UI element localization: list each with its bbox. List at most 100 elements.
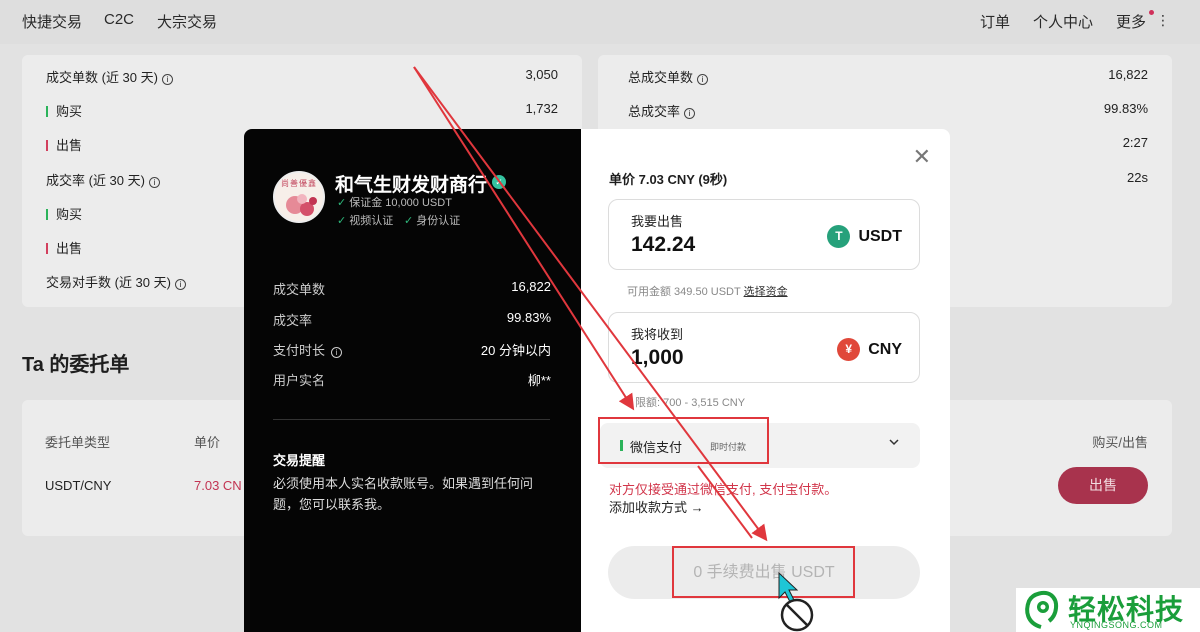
stat-label: 出售 xyxy=(56,241,83,256)
nav-block-trade[interactable]: 大宗交易 xyxy=(157,11,217,32)
merchant-stat-label: 支付时长 i xyxy=(273,340,343,359)
available-balance: 可用金额 349.50 USDT 选择资金 xyxy=(627,283,788,299)
stat-label: 总成交率 xyxy=(628,104,681,119)
top-navigation: 快捷交易 C2C 大宗交易 订单 个人中心 更多 ⋮ xyxy=(0,0,1200,44)
info-icon[interactable]: i xyxy=(148,177,160,188)
more-kebab-icon[interactable]: ⋮ xyxy=(1156,12,1170,29)
receive-label: 我将收到 xyxy=(631,327,684,342)
avatar-text: 尚善優鑫 xyxy=(281,179,317,188)
check-icon: ✓ xyxy=(404,215,414,227)
close-icon[interactable]: ✕ xyxy=(913,146,931,168)
deposit-text: 保证金 10,000 USDT xyxy=(349,197,452,209)
sell-currency: T USDT xyxy=(827,225,902,248)
merchant-stat-value: 20 分钟以内 xyxy=(480,343,551,358)
payment-method-name: 微信支付 xyxy=(630,440,683,455)
sell-marker xyxy=(46,243,48,254)
stat-row: 总成交单数 i 16,822 xyxy=(598,65,1172,85)
stat-label: 出售 xyxy=(56,138,83,153)
stat-row: 购买 1,732 xyxy=(22,99,582,119)
stat-label: 成交率 (近 30 天) xyxy=(46,173,145,188)
chevron-down-icon xyxy=(888,436,900,451)
receive-amount[interactable]: 1,000 xyxy=(631,346,684,370)
nav-orders[interactable]: 订单 xyxy=(980,11,1010,32)
stat-label: 购买 xyxy=(56,104,83,119)
reminder-line: 题，您可以联系我。 xyxy=(273,497,391,512)
video-verify: ✓ 视频认证 xyxy=(337,212,393,228)
id-verify-text: 身份认证 xyxy=(416,215,461,227)
limit-text: 限额: 700 - 3,515 CNY xyxy=(635,397,746,409)
buy-marker xyxy=(46,106,48,117)
check-icon: ✓ xyxy=(337,215,347,227)
add-payment-link[interactable]: 添加收款方式 → xyxy=(609,497,704,516)
payment-warning: 对方仅接受通过微信支付, 支付宝付款。 xyxy=(609,482,838,497)
merchant-stat-value: 99.83% xyxy=(506,310,551,325)
stat-value: 1,732 xyxy=(525,101,558,116)
info-icon[interactable]: i xyxy=(331,347,343,358)
unit-price: 单价 7.03 CNY (9秒) xyxy=(609,172,728,187)
video-verify-text: 视频认证 xyxy=(349,215,394,227)
merchant-avatar: 尚善優鑫 xyxy=(273,171,325,223)
info-icon[interactable]: i xyxy=(161,74,173,85)
check-icon: ✓ xyxy=(337,197,347,209)
verified-badge-icon: ✓ xyxy=(492,175,506,189)
usdt-icon: T xyxy=(827,225,851,248)
merchant-stat-label: 成交率 xyxy=(273,313,313,328)
header-order-type: 委托单类型 xyxy=(45,435,111,450)
nav-c2c[interactable]: C2C xyxy=(104,11,134,28)
watermark-url: YNQINGSONG.COM xyxy=(1070,620,1163,630)
info-icon[interactable]: i xyxy=(684,108,696,119)
info-icon[interactable]: i xyxy=(697,74,709,85)
payment-method-sub: 即时付款 xyxy=(710,442,747,452)
trade-panel: ✕ 单价 7.03 CNY (9秒) 我要出售 142.24 T USDT 可用金… xyxy=(581,129,950,632)
sell-currency-label: USDT xyxy=(858,227,902,245)
pay-time-label: 支付时长 xyxy=(273,343,326,358)
sell-label: 我要出售 xyxy=(631,214,684,229)
stat-value: 3,050 xyxy=(525,67,558,82)
merchant-stat-value: 16,822 xyxy=(511,279,551,294)
payment-method-select[interactable]: 微信支付 即时付款 xyxy=(600,423,920,468)
id-verify: ✓ 身份认证 xyxy=(404,212,460,228)
available-text: 可用金额 349.50 USDT xyxy=(627,286,741,298)
wechat-marker xyxy=(620,440,623,451)
stat-value: 99.83% xyxy=(1103,101,1148,116)
receive-currency: ¥ CNY xyxy=(837,338,902,361)
merchant-panel: 尚善優鑫 和气生财发财商行 ✓ ✓ 保证金 10,000 USDT ✓ 视频认证 ✓… xyxy=(244,129,581,632)
receive-amount-field[interactable]: 我将收到 1,000 ¥ CNY xyxy=(608,312,920,383)
buy-marker xyxy=(46,209,48,220)
order-pair: USDT/CNY xyxy=(45,478,112,493)
stat-label: 总成交单数 xyxy=(628,70,694,85)
receive-currency-label: CNY xyxy=(868,340,902,358)
cny-icon: ¥ xyxy=(837,338,861,361)
header-action: 购买/出售 xyxy=(1092,435,1148,450)
stat-label: 购买 xyxy=(56,207,83,222)
brand-logo-icon xyxy=(1025,591,1058,629)
stat-value: 22s xyxy=(1127,170,1148,185)
sell-amount-field[interactable]: 我要出售 142.24 T USDT xyxy=(608,199,920,270)
stat-label: 交易对手数 (近 30 天) xyxy=(46,275,171,290)
stat-row: 成交单数 (近 30 天) i 3,050 xyxy=(22,65,582,85)
choose-funds-link[interactable]: 选择资金 xyxy=(744,286,788,298)
orders-section-title: Ta 的委托单 xyxy=(22,354,130,376)
stat-value: 16,822 xyxy=(1108,67,1148,82)
merchant-stat-label: 用户实名 xyxy=(273,373,326,388)
header-price: 单价 xyxy=(194,435,221,450)
sell-marker xyxy=(46,140,48,151)
nav-quick-trade[interactable]: 快捷交易 xyxy=(22,11,82,32)
sell-submit-button[interactable]: 0 手续费出售 USDT xyxy=(608,546,920,599)
watermark-logo: 轻松科技 YNQINGSONG.COM xyxy=(1016,588,1200,632)
nav-profile[interactable]: 个人中心 xyxy=(1033,11,1093,32)
stat-row: 总成交率 i 99.83% xyxy=(598,99,1172,119)
reminder-line: 必须使用本人实名收款账号。如果遇到任何问 xyxy=(273,476,534,491)
sell-amount[interactable]: 142.24 xyxy=(631,233,695,257)
notification-dot xyxy=(1149,10,1154,15)
merchant-stat-label: 成交单数 xyxy=(273,282,326,297)
stat-value: 2:27 xyxy=(1122,135,1148,150)
info-icon[interactable]: i xyxy=(174,279,186,290)
merchant-name: 和气生财发财商行 xyxy=(335,175,488,196)
order-sell-button[interactable]: 出售 xyxy=(1058,467,1148,504)
order-price: 7.03 CN xyxy=(194,478,242,493)
nav-more[interactable]: 更多 xyxy=(1116,11,1146,32)
stat-label: 成交单数 (近 30 天) xyxy=(46,70,158,85)
divider xyxy=(273,419,550,420)
reminder-title: 交易提醒 xyxy=(273,453,326,468)
